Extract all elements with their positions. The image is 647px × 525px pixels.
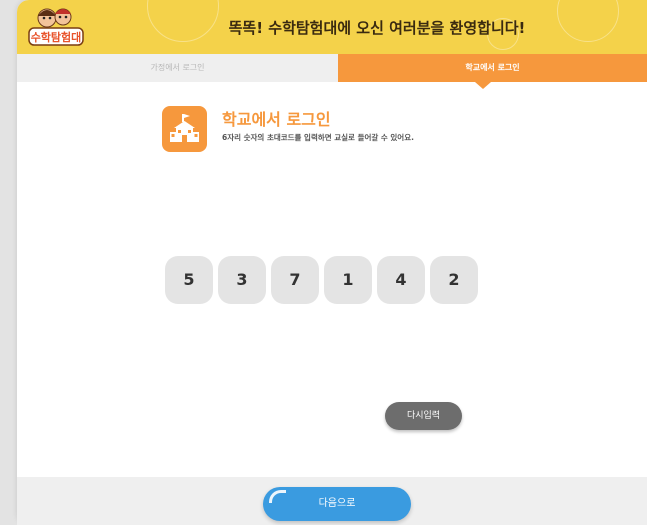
- tab-school-login[interactable]: 학교에서 로그인: [338, 54, 647, 82]
- login-tabs: 가정에서 로그인 학교에서 로그인: [17, 54, 647, 82]
- login-description: 6자리 숫자의 초대코드를 입력하면 교실로 들어갈 수 있어요.: [222, 133, 414, 142]
- header-title: 똑똑! 수학탐험대에 오신 여러분을 환영합니다!: [228, 19, 526, 37]
- active-tab-pointer: [475, 82, 491, 89]
- school-icon: [162, 106, 207, 152]
- app-logo: 수학탐험대: [28, 8, 84, 46]
- login-title: 학교에서 로그인: [222, 110, 331, 129]
- code-digit[interactable]: 2: [430, 256, 478, 304]
- header-bar: 수학탐험대 똑똑! 수학탐험대에 오신 여러분을 환영합니다!: [17, 0, 647, 54]
- code-digit[interactable]: 3: [218, 256, 266, 304]
- next-button[interactable]: 다음으로: [263, 487, 411, 521]
- next-button-label: 다음으로: [318, 498, 356, 509]
- svg-text:수학탐험대: 수학탐험대: [31, 30, 82, 44]
- button-gloss: [269, 490, 286, 503]
- code-digit[interactable]: 1: [324, 256, 372, 304]
- invite-code-input[interactable]: 5 3 7 1 4 2: [147, 256, 478, 304]
- tab-home-login[interactable]: 가정에서 로그인: [17, 54, 338, 82]
- reset-button[interactable]: 다시입력: [385, 402, 462, 430]
- code-digit[interactable]: 5: [165, 256, 213, 304]
- footer-bar: 다음으로: [17, 477, 647, 525]
- code-digit[interactable]: 4: [377, 256, 425, 304]
- code-digit[interactable]: 7: [271, 256, 319, 304]
